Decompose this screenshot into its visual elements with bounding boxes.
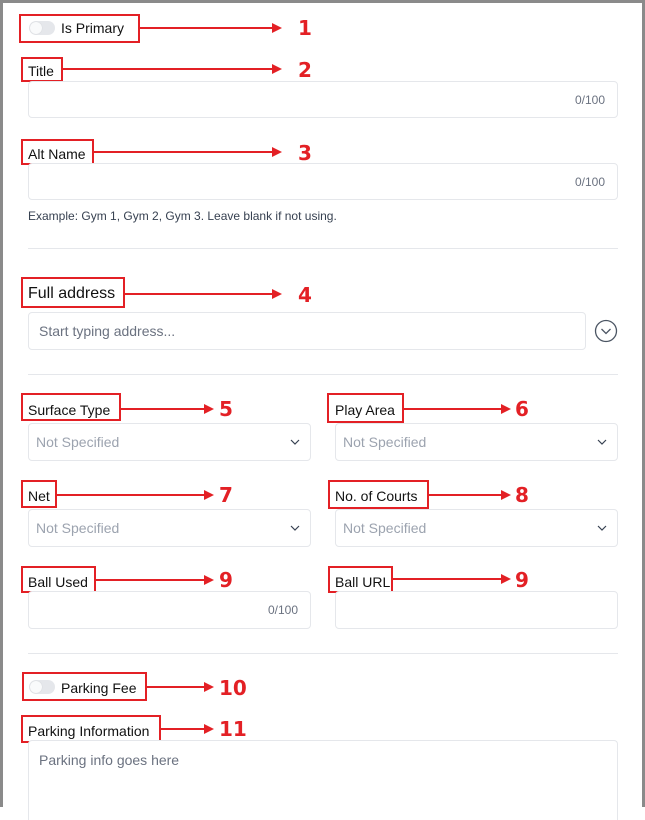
- alt-name-input[interactable]: 0/100: [28, 163, 618, 200]
- play-area-value: Not Specified: [343, 434, 427, 450]
- annotation-number-10: 10: [219, 676, 247, 700]
- annotation-box-2: [21, 57, 63, 82]
- annotation-arrow-11: [161, 728, 206, 730]
- annotation-arrowhead-2: [272, 64, 282, 74]
- section-divider: [28, 653, 618, 654]
- no-of-courts-select[interactable]: Not Specified: [335, 509, 618, 547]
- play-area-select[interactable]: Not Specified: [335, 423, 618, 461]
- annotation-number-9a: 9: [219, 568, 233, 592]
- net-value: Not Specified: [36, 520, 120, 536]
- full-address-input[interactable]: Start typing address...: [28, 312, 586, 350]
- annotation-box-6: [327, 393, 404, 423]
- full-address-placeholder: Start typing address...: [39, 323, 176, 339]
- annotation-box-9a: [21, 566, 96, 593]
- surface-type-value: Not Specified: [36, 434, 120, 450]
- annotation-number-9b: 9: [515, 568, 529, 592]
- annotation-box-5: [21, 393, 121, 421]
- annotation-box-3: [21, 139, 94, 165]
- annotation-arrowhead-1: [272, 23, 282, 33]
- annotation-arrowhead-9b: [501, 574, 511, 584]
- title-counter: 0/100: [574, 92, 605, 107]
- surface-type-select[interactable]: Not Specified: [28, 423, 311, 461]
- annotation-arrow-2: [63, 68, 274, 70]
- annotation-box-10: [22, 672, 147, 701]
- alt-name-counter: 0/100: [574, 174, 605, 189]
- annotation-arrowhead-8: [501, 490, 511, 500]
- chevron-down-circle-icon[interactable]: [594, 319, 618, 343]
- net-select[interactable]: Not Specified: [28, 509, 311, 547]
- annotation-number-8: 8: [515, 483, 529, 507]
- section-divider: [28, 248, 618, 249]
- annotation-arrow-8: [429, 494, 503, 496]
- annotation-box-8: [328, 480, 429, 509]
- chevron-down-icon: [290, 439, 300, 445]
- annotation-arrow-5: [121, 408, 206, 410]
- annotation-number-2: 2: [298, 58, 312, 82]
- annotation-arrow-4: [125, 293, 274, 295]
- parking-information-placeholder: Parking info goes here: [39, 752, 180, 768]
- annotation-number-11: 11: [219, 717, 247, 741]
- annotation-arrowhead-10: [204, 682, 214, 692]
- title-input[interactable]: 0/100: [28, 81, 618, 118]
- annotation-number-4: 4: [298, 283, 312, 307]
- annotation-arrow-9b: [393, 578, 503, 580]
- chevron-down-icon: [290, 525, 300, 531]
- no-of-courts-value: Not Specified: [343, 520, 427, 536]
- annotation-box-4: [21, 277, 125, 308]
- annotation-arrow-1: [140, 27, 274, 29]
- ball-url-input[interactable]: [335, 591, 618, 629]
- annotation-box-9b: [328, 566, 393, 593]
- annotation-number-6: 6: [515, 397, 529, 421]
- chevron-down-icon: [597, 439, 607, 445]
- ball-used-counter: 0/100: [267, 603, 298, 617]
- section-divider: [28, 374, 618, 375]
- annotation-box-1: [19, 14, 140, 43]
- annotation-arrowhead-11: [204, 724, 214, 734]
- annotation-number-1: 1: [298, 16, 312, 40]
- annotation-arrow-6: [404, 408, 503, 410]
- annotation-arrowhead-6: [501, 404, 511, 414]
- annotation-box-11: [21, 715, 161, 743]
- annotation-arrow-3: [94, 151, 274, 153]
- annotation-number-5: 5: [219, 397, 233, 421]
- alt-name-hint: Example: Gym 1, Gym 2, Gym 3. Leave blan…: [28, 209, 337, 223]
- annotation-number-3: 3: [298, 141, 312, 165]
- parking-information-textarea[interactable]: Parking info goes here: [28, 740, 618, 820]
- annotation-arrowhead-4: [272, 289, 282, 299]
- annotation-arrow-10: [147, 686, 206, 688]
- annotation-arrowhead-9a: [204, 575, 214, 585]
- annotation-box-7: [21, 480, 57, 508]
- annotation-arrowhead-3: [272, 147, 282, 157]
- annotation-arrowhead-5: [204, 404, 214, 414]
- chevron-down-icon: [597, 525, 607, 531]
- annotation-arrow-7: [57, 494, 206, 496]
- annotation-number-7: 7: [219, 483, 233, 507]
- annotation-arrow-9a: [96, 579, 206, 581]
- annotation-arrowhead-7: [204, 490, 214, 500]
- ball-used-input[interactable]: 0/100: [28, 591, 311, 629]
